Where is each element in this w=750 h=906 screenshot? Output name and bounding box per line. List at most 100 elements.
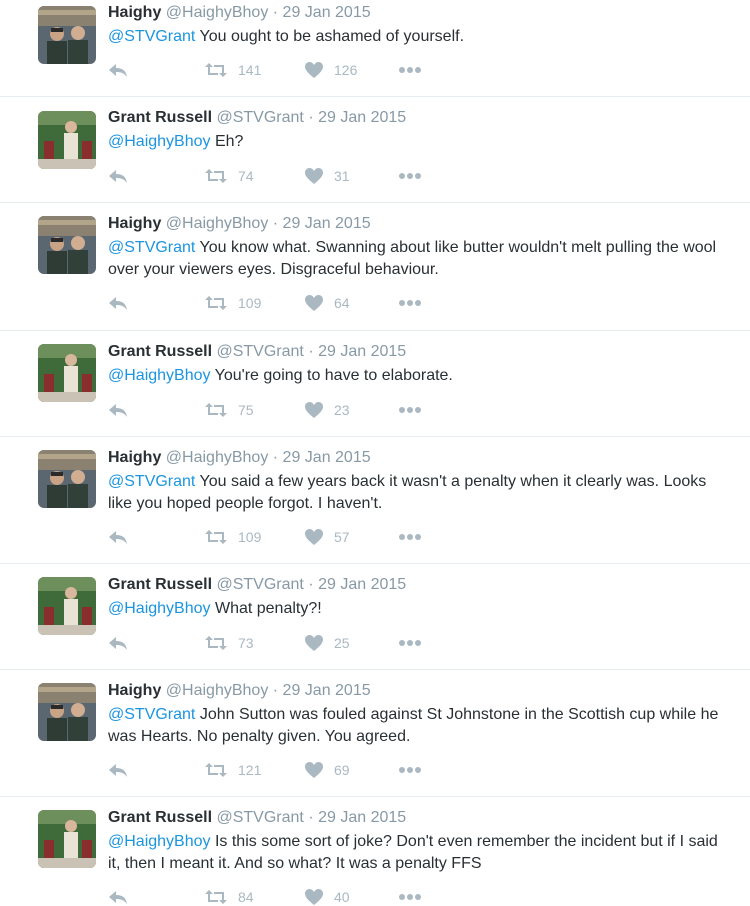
avatar[interactable] — [38, 216, 96, 274]
tweet-actions: 73 25 — [108, 633, 508, 653]
display-name[interactable]: Haighy — [108, 449, 161, 466]
avatar[interactable] — [38, 111, 96, 169]
tweet-date[interactable]: 29 Jan 2015 — [318, 809, 406, 826]
tweet-date[interactable]: 29 Jan 2015 — [283, 682, 371, 699]
retweet-button[interactable]: 121 — [204, 760, 261, 780]
more-button[interactable] — [398, 60, 422, 80]
more-button[interactable] — [398, 527, 422, 547]
avatar[interactable] — [38, 6, 96, 64]
reply-button[interactable] — [108, 527, 128, 547]
tweet-text: @STVGrant John Sutton was fouled against… — [108, 704, 728, 748]
like-button[interactable]: 31 — [304, 166, 350, 186]
mention-link[interactable]: @HaighyBhoy — [108, 367, 211, 384]
like-button[interactable]: 126 — [304, 60, 357, 80]
display-name[interactable]: Haighy — [108, 4, 161, 21]
display-name[interactable]: Haighy — [108, 682, 161, 699]
more-button[interactable] — [398, 887, 422, 906]
mention-link[interactable]: @HaighyBhoy — [108, 600, 211, 617]
tweet-text-content: John Sutton was fouled against St Johnst… — [108, 706, 719, 745]
user-handle[interactable]: @STVGrant — [216, 809, 303, 826]
like-count: 126 — [334, 62, 358, 78]
retweet-icon — [204, 168, 228, 184]
tweet: Grant Russell @STVGrant · 29 Jan 2015 @H… — [0, 564, 750, 670]
display-name[interactable]: Haighy — [108, 215, 161, 232]
mention-link[interactable]: @HaighyBhoy — [108, 833, 211, 850]
separator: · — [308, 809, 314, 826]
avatar[interactable] — [38, 450, 96, 508]
avatar[interactable] — [38, 810, 96, 868]
like-button[interactable]: 25 — [304, 633, 350, 653]
avatar[interactable] — [38, 577, 96, 635]
retweet-icon — [204, 62, 228, 78]
tweet-actions: 75 23 — [108, 400, 508, 420]
reply-button[interactable] — [108, 760, 128, 780]
like-button[interactable]: 69 — [304, 760, 350, 780]
user-handle[interactable]: @STVGrant — [216, 343, 303, 360]
retweet-button[interactable]: 109 — [204, 527, 261, 547]
avatar[interactable] — [38, 683, 96, 741]
tweet-header: Grant Russell @STVGrant · 29 Jan 2015 — [108, 808, 406, 828]
retweet-count: 109 — [238, 529, 262, 545]
mention-link[interactable]: @STVGrant — [108, 473, 195, 490]
display-name[interactable]: Grant Russell — [108, 343, 212, 360]
like-button[interactable]: 40 — [304, 887, 350, 906]
retweet-button[interactable]: 75 — [204, 400, 254, 420]
user-handle[interactable]: @STVGrant — [216, 109, 303, 126]
like-button[interactable]: 57 — [304, 527, 350, 547]
mention-link[interactable]: @STVGrant — [108, 239, 195, 256]
more-button[interactable] — [398, 400, 422, 420]
more-button[interactable] — [398, 293, 422, 313]
retweet-icon — [204, 529, 228, 545]
retweet-count: 84 — [238, 889, 254, 905]
more-button[interactable] — [398, 633, 422, 653]
heart-icon — [304, 634, 324, 652]
like-count: 40 — [334, 889, 350, 905]
tweet-date[interactable]: 29 Jan 2015 — [318, 576, 406, 593]
display-name[interactable]: Grant Russell — [108, 576, 212, 593]
reply-button[interactable] — [108, 400, 128, 420]
retweet-count: 75 — [238, 402, 254, 418]
tweet-date[interactable]: 29 Jan 2015 — [318, 343, 406, 360]
tweet-header: Grant Russell @STVGrant · 29 Jan 2015 — [108, 108, 406, 128]
reply-icon — [108, 168, 128, 184]
separator: · — [308, 343, 314, 360]
user-handle[interactable]: @HaighyBhoy — [166, 215, 269, 232]
reply-button[interactable] — [108, 633, 128, 653]
reply-icon — [108, 529, 128, 545]
like-button[interactable]: 64 — [304, 293, 350, 313]
more-button[interactable] — [398, 760, 422, 780]
user-handle[interactable]: @STVGrant — [216, 576, 303, 593]
tweet-text-content: Eh? — [210, 133, 244, 150]
reply-button[interactable] — [108, 60, 128, 80]
reply-button[interactable] — [108, 887, 128, 906]
display-name[interactable]: Grant Russell — [108, 109, 212, 126]
tweet-header: Haighy @HaighyBhoy · 29 Jan 2015 — [108, 448, 371, 468]
reply-button[interactable] — [108, 166, 128, 186]
reply-button[interactable] — [108, 293, 128, 313]
more-dots-icon — [398, 172, 422, 180]
more-button[interactable] — [398, 166, 422, 186]
retweet-count: 74 — [238, 168, 254, 184]
avatar[interactable] — [38, 344, 96, 402]
tweet-text: @HaighyBhoy What penalty?! — [108, 598, 728, 620]
heart-icon — [304, 294, 324, 312]
retweet-button[interactable]: 73 — [204, 633, 254, 653]
tweet-date[interactable]: 29 Jan 2015 — [283, 215, 371, 232]
display-name[interactable]: Grant Russell — [108, 809, 212, 826]
tweet-date[interactable]: 29 Jan 2015 — [318, 109, 406, 126]
like-button[interactable]: 23 — [304, 400, 350, 420]
mention-link[interactable]: @HaighyBhoy — [108, 133, 211, 150]
mention-link[interactable]: @STVGrant — [108, 706, 195, 723]
tweet-date[interactable]: 29 Jan 2015 — [283, 4, 371, 21]
user-handle[interactable]: @HaighyBhoy — [166, 449, 269, 466]
mention-link[interactable]: @STVGrant — [108, 28, 195, 45]
user-handle[interactable]: @HaighyBhoy — [166, 4, 269, 21]
retweet-button[interactable]: 74 — [204, 166, 254, 186]
retweet-button[interactable]: 141 — [204, 60, 261, 80]
tweet-date[interactable]: 29 Jan 2015 — [283, 449, 371, 466]
retweet-button[interactable]: 84 — [204, 887, 254, 906]
retweet-button[interactable]: 109 — [204, 293, 261, 313]
reply-icon — [108, 295, 128, 311]
heart-icon — [304, 528, 324, 546]
user-handle[interactable]: @HaighyBhoy — [166, 682, 269, 699]
